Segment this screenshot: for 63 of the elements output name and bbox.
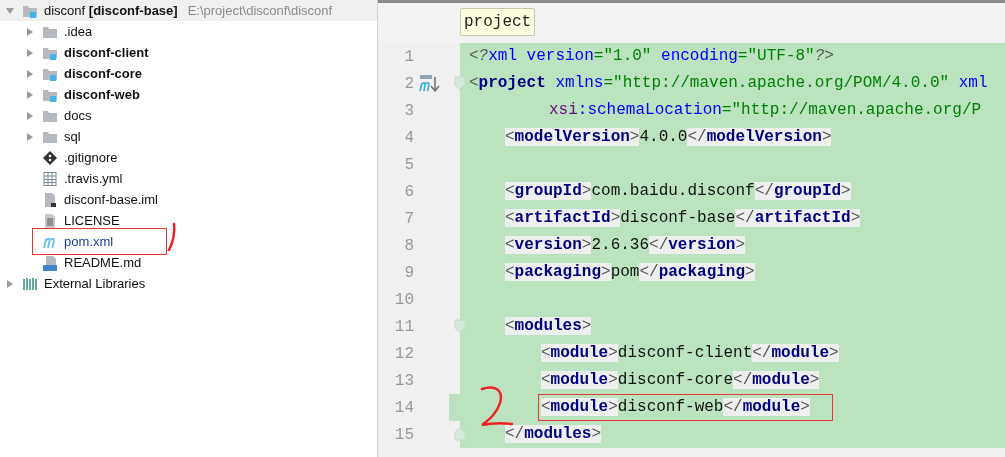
text-file-icon [42,212,58,229]
code-line: <modules> [505,316,592,337]
project-path: E:\project\disconf\disconf [187,1,333,20]
tree-item-label[interactable]: disconf-web [64,84,140,105]
expand-arrow-icon[interactable] [25,68,35,79]
project-root-row[interactable]: disconf [disconf-base] E:\project\disconf\disconf [0,0,377,21]
tree-item-label[interactable]: disconf [disconf-base] [44,0,178,21]
tree-item-label[interactable]: External Libraries [44,273,146,294]
expand-arrow-icon[interactable] [25,89,35,100]
code-line: </modules> [505,424,602,445]
git-icon [42,149,58,166]
code-line: <module>disconf-core</module> [541,370,820,391]
line-number: 5 [403,154,414,176]
line-number: 12 [393,343,414,365]
handwritten-one-mark [166,222,178,252]
line-number: 6 [403,181,414,203]
tree-item-label[interactable]: .travis.yml [64,168,123,189]
line-number: 10 [393,289,414,311]
tree-item-label[interactable]: sql [64,126,81,147]
tree-item-label[interactable]: disconf-client [64,42,149,63]
table-file-icon [42,170,58,187]
change-marker[interactable] [449,394,460,421]
line-number: 3 [403,100,414,122]
line-number: 14 [393,397,414,419]
tree-item-label[interactable]: LICENSE [64,210,120,231]
expand-arrow-icon[interactable] [25,110,35,121]
markdown-file-icon [42,254,58,271]
code-line: <?xml version="1.0" encoding="UTF-8"?> [469,46,834,67]
maven-marker-icon[interactable] [419,73,441,94]
module-file-icon [42,191,58,208]
line-number: 7 [403,208,414,230]
tree-item-label[interactable]: README.md [64,252,142,273]
line-number: 13 [393,370,414,392]
expand-arrow-icon[interactable] [25,26,35,37]
code-line: <module>disconf-client</module> [541,343,839,364]
tree-item-label[interactable]: disconf-base.iml [64,189,158,210]
code-line: <version>2.6.36</version> [505,235,746,256]
tree-item-label[interactable]: .idea [64,21,93,42]
line-number: 8 [403,235,414,257]
line-number: 11 [393,316,414,338]
line-number: 1 [403,46,414,68]
code-line: xsi:schemaLocation="http://maven.apache.org/P [549,100,982,121]
code-line: <groupId>com.baidu.disconf</groupId> [505,181,851,202]
fold-start-icon[interactable] [454,319,466,333]
code-line: <project xmlns="http://maven.apache.org/POM/4.0.0" xml [469,73,988,94]
line-number: 2 [403,73,414,95]
collapse-arrow-icon[interactable] [5,5,15,16]
tree-item-label[interactable]: docs [64,105,92,126]
code-line: <artifactId>disconf-base</artifactId> [505,208,861,229]
expand-arrow-icon[interactable] [25,131,35,142]
tree-item-label[interactable]: disconf-core [64,63,142,84]
libraries-icon [22,275,38,292]
fold-start-icon[interactable] [454,76,466,90]
breadcrumb-tooltip: project [460,8,536,36]
line-number: 15 [393,424,414,446]
code-line: <modelVersion>4.0.0</modelVersion> [505,127,832,148]
tree-item-label[interactable]: .gitignore [64,147,118,168]
expand-arrow-icon[interactable] [5,278,15,289]
expand-arrow-icon[interactable] [25,47,35,58]
line-number: 9 [403,262,414,284]
line-number: 4 [403,127,414,149]
code-line: <packaging>pom</packaging> [505,262,755,283]
code-line: <module>disconf-web</module> [541,397,830,418]
